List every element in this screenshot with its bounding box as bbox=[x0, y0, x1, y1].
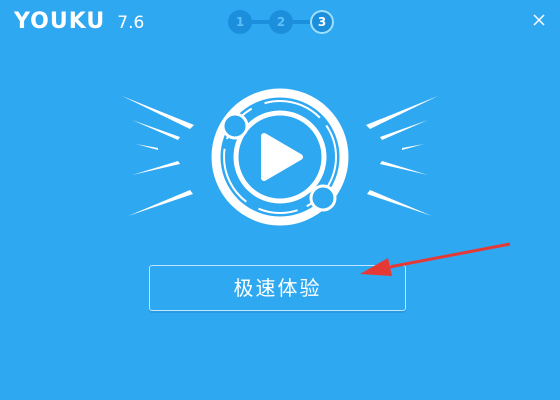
app-brand: YOUKU 7.6 bbox=[14, 9, 144, 37]
step-1[interactable]: 1 bbox=[228, 10, 252, 34]
app-version: 7.6 bbox=[117, 13, 145, 33]
step-2[interactable]: 2 bbox=[269, 10, 293, 34]
step-indicator: 1 2 3 bbox=[228, 10, 334, 38]
close-icon bbox=[533, 14, 545, 26]
start-experience-button[interactable]: 极速体验 bbox=[149, 265, 406, 311]
left-rays-icon bbox=[122, 96, 194, 216]
close-button[interactable] bbox=[528, 9, 550, 31]
step-connector bbox=[252, 20, 270, 24]
hero-illustration bbox=[110, 82, 450, 232]
youku-play-logo-icon bbox=[122, 88, 438, 226]
right-rays-icon bbox=[366, 96, 438, 216]
installer-window: YOUKU 7.6 1 2 3 极速体验 bbox=[0, 0, 560, 400]
step-3[interactable]: 3 bbox=[310, 10, 334, 34]
step-connector bbox=[293, 20, 311, 24]
app-name: YOUKU bbox=[14, 9, 106, 34]
